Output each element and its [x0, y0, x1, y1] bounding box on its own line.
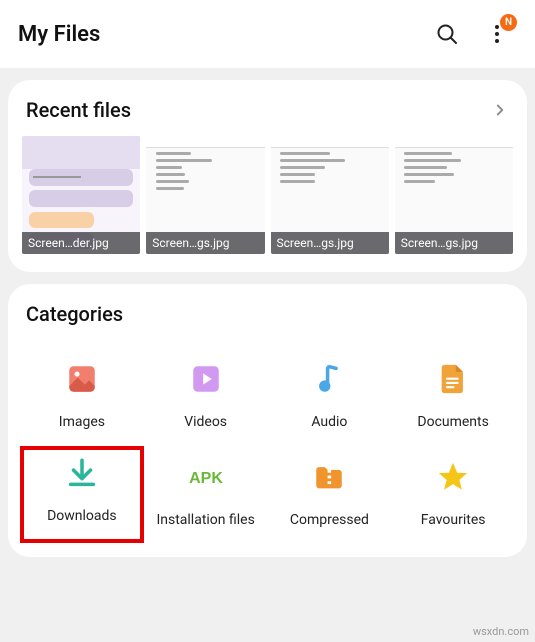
categories-section: Categories Images Videos Audio Document [8, 284, 527, 557]
category-compressed[interactable]: Compressed [270, 450, 390, 540]
svg-text:APK: APK [189, 470, 223, 487]
category-label: Images [59, 414, 105, 432]
app-header: My Files N [0, 0, 535, 68]
category-label: Downloads [47, 508, 117, 526]
category-audio[interactable]: Audio [270, 352, 390, 442]
categories-title: Categories [26, 302, 123, 326]
categories-grid: Images Videos Audio Documents Downloads [22, 340, 513, 539]
downloads-icon [61, 452, 103, 494]
category-label: Compressed [290, 512, 369, 530]
categories-header: Categories [22, 302, 513, 326]
category-installation-files[interactable]: APK Installation files [146, 450, 266, 540]
category-images[interactable]: Images [22, 352, 142, 442]
category-label: Audio [311, 414, 347, 432]
category-label: Videos [184, 414, 227, 432]
recent-files-header[interactable]: Recent files [22, 98, 513, 122]
favourites-icon [432, 456, 474, 498]
category-label: Favourites [421, 512, 486, 530]
search-button[interactable] [427, 14, 467, 54]
audio-icon [308, 358, 350, 400]
category-favourites[interactable]: Favourites [393, 450, 513, 540]
category-label: Documents [417, 414, 488, 432]
recent-file-item[interactable]: Screen…der.jpg [22, 136, 140, 254]
documents-icon [432, 358, 474, 400]
chevron-right-icon [491, 101, 509, 119]
file-name: Screen…gs.jpg [395, 232, 513, 254]
file-name: Screen…gs.jpg [271, 232, 389, 254]
apk-icon: APK [185, 456, 227, 498]
search-icon [435, 22, 459, 46]
recent-files-thumbnails: Screen…der.jpg Screen…gs.jpg [22, 136, 513, 254]
category-documents[interactable]: Documents [393, 352, 513, 442]
recent-file-item[interactable]: Screen…gs.jpg [271, 136, 389, 254]
videos-icon [185, 358, 227, 400]
category-label: Installation files [156, 512, 254, 530]
recent-file-item[interactable]: Screen…gs.jpg [146, 136, 264, 254]
file-name: Screen…der.jpg [22, 232, 140, 254]
recent-files-title: Recent files [26, 98, 131, 122]
category-downloads[interactable]: Downloads [20, 446, 144, 544]
file-name: Screen…gs.jpg [146, 232, 264, 254]
compressed-icon [308, 456, 350, 498]
watermark: wsxdn.com [473, 625, 529, 638]
app-title: My Files [18, 22, 417, 47]
category-videos[interactable]: Videos [146, 352, 266, 442]
recent-file-item[interactable]: Screen…gs.jpg [395, 136, 513, 254]
images-icon [61, 358, 103, 400]
notification-badge: N [500, 14, 517, 31]
more-button[interactable]: N [477, 14, 517, 54]
recent-files-section: Recent files Screen…der.jpg [8, 80, 527, 272]
